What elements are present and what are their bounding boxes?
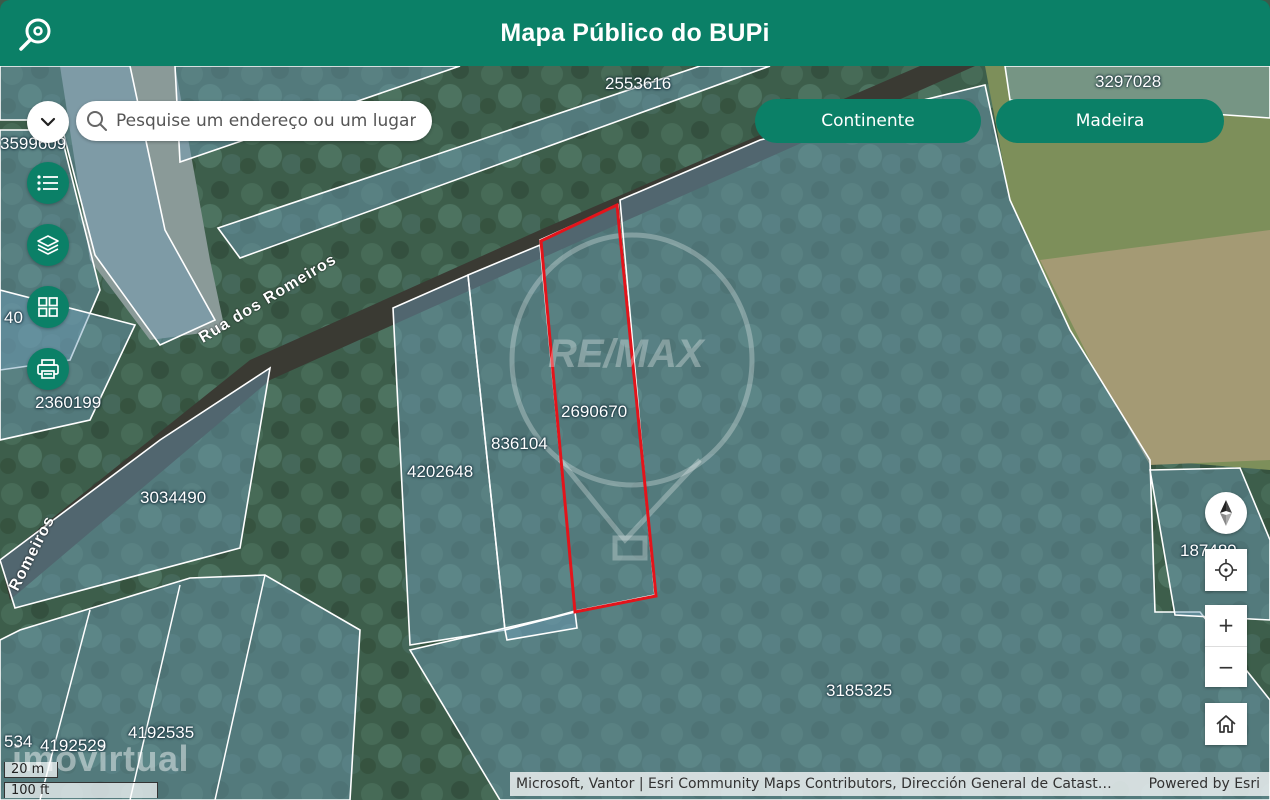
basemap-gallery-button[interactable]	[27, 286, 69, 328]
list-icon	[37, 175, 58, 191]
print-button[interactable]	[27, 348, 69, 390]
parcel-label: 3034490	[140, 488, 207, 507]
chevron-down-icon	[40, 117, 56, 127]
plus-icon: +	[1217, 613, 1235, 638]
grid-icon	[38, 297, 58, 317]
search-input[interactable]	[114, 110, 418, 132]
continente-button[interactable]: Continente	[755, 99, 981, 143]
map-imagery	[0, 66, 1270, 800]
app-header: Mapa Público do BUPi	[0, 0, 1270, 66]
compass-icon	[1220, 500, 1232, 526]
minus-icon: −	[1217, 654, 1235, 679]
compass-button[interactable]	[1205, 492, 1247, 534]
layers-button[interactable]	[27, 224, 69, 266]
remax-watermark-text: RE/MAX	[548, 332, 704, 376]
locate-button[interactable]	[1205, 549, 1247, 591]
search-icon	[87, 111, 107, 131]
legend-list-button[interactable]	[27, 162, 69, 204]
printer-icon	[37, 359, 59, 379]
selected-parcel-label: 2690670	[561, 402, 628, 421]
madeira-button[interactable]: Madeira	[996, 99, 1224, 143]
home-icon	[1216, 715, 1236, 733]
page-title: Mapa Público do BUPi	[500, 18, 770, 47]
parcel-label: 2360199	[35, 393, 102, 412]
attribution-text[interactable]: Microsoft, Vantor | Esri Community Maps …	[510, 776, 1135, 792]
attribution-bar: Microsoft, Vantor | Esri Community Maps …	[510, 772, 1270, 796]
parcel-label: 40	[4, 308, 23, 327]
crosshair-icon	[1215, 559, 1237, 581]
map-pin-search-icon[interactable]	[16, 16, 54, 54]
scale-bar-metric: 20 m	[4, 762, 58, 778]
parcel-label: 4202648	[407, 462, 474, 481]
layers-icon	[37, 235, 59, 255]
parcel-label: 3297028	[1095, 72, 1162, 91]
zoom-controls: + −	[1205, 605, 1247, 687]
zoom-out-button[interactable]: −	[1205, 647, 1247, 688]
parcel-label: 3185325	[826, 681, 893, 700]
zoom-in-button[interactable]: +	[1205, 605, 1247, 647]
scale-bar-imperial: 100 ft	[4, 782, 158, 798]
powered-by-esri-link[interactable]: Powered by Esri	[1135, 776, 1270, 792]
parcel-label: 2553616	[605, 74, 672, 93]
collapse-toggle-button[interactable]	[27, 101, 69, 143]
home-button[interactable]	[1205, 703, 1247, 745]
map-canvas[interactable]: RE/MAX 2553616 3297028 3599609 40 236019…	[0, 66, 1270, 800]
parcel-label: 836104	[491, 434, 548, 453]
search-bar[interactable]	[76, 101, 432, 141]
